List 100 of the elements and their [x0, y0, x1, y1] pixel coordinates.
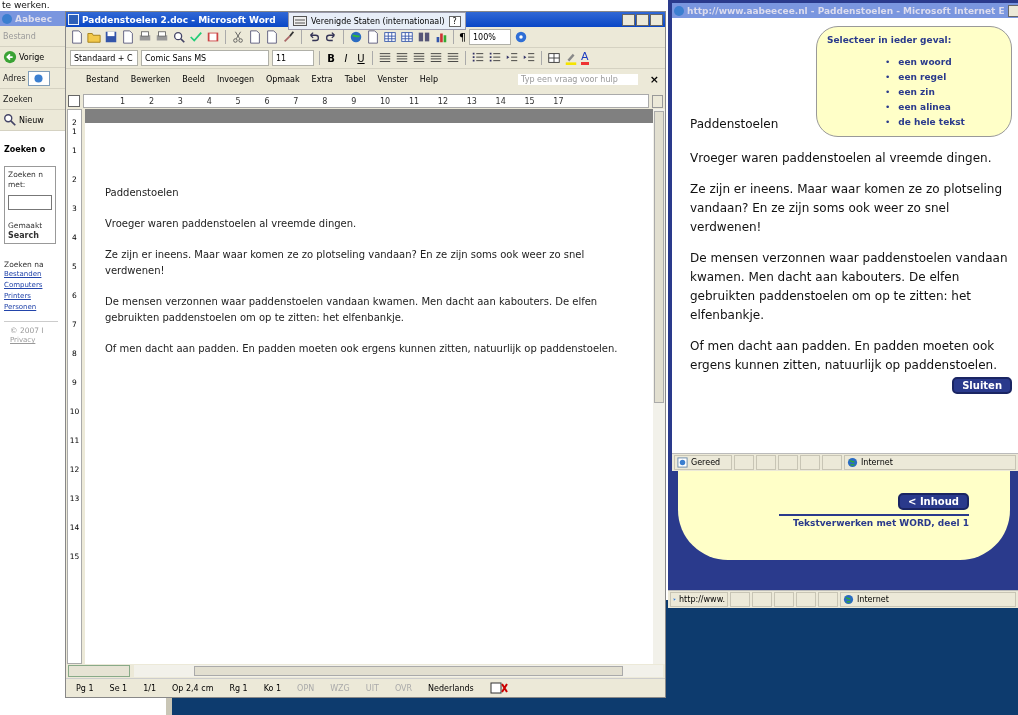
browser-logo-icon: [2, 13, 12, 24]
vertical-scrollbar[interactable]: [653, 109, 665, 664]
ruler-number: 12: [437, 96, 449, 106]
panel-title: Zoeken o: [4, 145, 46, 154]
document-icon[interactable]: [248, 30, 262, 44]
font-size-dropdown[interactable]: 11: [272, 50, 314, 66]
tip-item: een zin: [898, 86, 935, 99]
align-lines-icon[interactable]: [395, 51, 409, 65]
menu-item[interactable]: Venster: [377, 74, 408, 84]
keyboard-icon: [293, 16, 307, 26]
status-pane: [730, 592, 750, 607]
font-dropdown[interactable]: Comic Sans MS: [141, 50, 269, 66]
globe-icon: [843, 594, 854, 605]
status-field: 1/1: [143, 683, 157, 693]
ruler-number: 1: [120, 96, 127, 106]
tab-selector[interactable]: [68, 95, 80, 107]
redo-icon[interactable]: [324, 30, 338, 44]
document-paragraph: Ze zijn er ineens. Maar waar komen ze zo plotseling vandaan? En ze zijn soms ook weer zo snel verdwenen!: [105, 248, 586, 278]
magnifier-icon[interactable]: [172, 30, 186, 44]
document-heading: Paddenstoelen: [105, 186, 180, 200]
horizontal-scrollbar[interactable]: [134, 665, 663, 677]
close-button[interactable]: Sluiten: [952, 377, 1012, 394]
status-field: Se 1: [109, 683, 128, 693]
left-arrow-icon: [3, 50, 17, 64]
format-button[interactable]: B: [325, 52, 337, 64]
status-pane: [774, 592, 794, 607]
search-field[interactable]: [8, 195, 52, 210]
search-bar-label: Zoeken: [3, 94, 33, 104]
ruler-number: 6: [264, 96, 271, 106]
bullet: •: [885, 86, 891, 99]
list-icon[interactable]: [488, 51, 502, 65]
new-button[interactable]: Nieuw: [3, 113, 44, 127]
ruler-number: 8: [322, 96, 329, 106]
close-document-button[interactable]: ×: [649, 72, 659, 86]
brush-icon[interactable]: [282, 30, 296, 44]
menu-item[interactable]: Bestand: [86, 74, 119, 84]
document-paragraph: Of men dacht aan padden. En padden moeten ook ergens kunnen zitten, natuurlijk op paddenstoelen.: [105, 342, 619, 356]
globe-icon[interactable]: [349, 30, 363, 44]
style-dropdown[interactable]: Standaard + C: [70, 50, 138, 66]
menu-item[interactable]: Invoegen: [216, 74, 254, 84]
address-label: Adres: [3, 73, 26, 83]
scissors-icon[interactable]: [231, 30, 245, 44]
paragraph: De mensen verzonnen waar paddenstoelen vandaan kwamen. Men dacht aan kabouters. De elfen gebruikten paddenstoelen om op te zitten: het elfenbankje.: [690, 250, 1009, 324]
menu-item[interactable]: Opmaak: [266, 74, 300, 84]
menu-item[interactable]: Extra: [311, 74, 333, 84]
document-icon[interactable]: [121, 30, 135, 44]
menu-item[interactable]: Bewerken: [130, 74, 171, 84]
font-color-button[interactable]: A: [581, 51, 589, 65]
show-formatting-button[interactable]: ¶: [459, 30, 466, 44]
back-button[interactable]: Vorige: [3, 50, 45, 64]
search-engine-name: Search: [8, 231, 39, 240]
align-lines-icon[interactable]: [429, 51, 443, 65]
status-text: http://www.: [679, 595, 725, 604]
zoom-dropdown[interactable]: 100%: [469, 29, 511, 45]
status-field: Ko 1: [263, 683, 282, 693]
format-button[interactable]: U: [355, 52, 367, 64]
ruler-number: 4: [206, 96, 213, 106]
menu-item[interactable]: Beeld: [182, 74, 205, 84]
page-heading: Paddenstoelen: [690, 117, 779, 131]
table-icon[interactable]: [383, 30, 397, 44]
columns-icon[interactable]: [417, 30, 431, 44]
check-mark-icon[interactable]: [189, 30, 203, 44]
zone-text: Internet: [861, 458, 893, 467]
table-icon[interactable]: [400, 30, 414, 44]
status-indicator: UIT: [365, 683, 379, 693]
format-button[interactable]: I: [340, 52, 352, 64]
menu-item[interactable]: Help: [419, 74, 438, 84]
paragraph: Of men dacht aan padden. En padden moeten ook ergens kunnen zitten, natuurlijk op paddenstoelen.: [690, 338, 998, 374]
ruler-number: 5: [235, 96, 242, 106]
paragraph: Vroeger waren paddenstoelen al vreemde dingen.: [690, 150, 993, 167]
spelling-status-icon[interactable]: [489, 682, 508, 694]
document-icon[interactable]: [265, 30, 279, 44]
document-icon[interactable]: [70, 30, 84, 44]
status-pane: [752, 592, 772, 607]
printer-icon[interactable]: [138, 30, 152, 44]
address-field[interactable]: [27, 70, 50, 86]
status-pane: [796, 592, 816, 607]
align-lines-icon[interactable]: [378, 51, 392, 65]
language-selector[interactable]: Verenigde Staten (internationaal): [311, 16, 445, 26]
contents-button[interactable]: < Inhoud: [898, 492, 969, 510]
help-button[interactable]: ?: [448, 15, 461, 27]
status-indicator: WZG: [330, 683, 350, 693]
help-icon[interactable]: [514, 30, 528, 44]
language-status: Nederlands: [428, 683, 474, 693]
table-icon[interactable]: [547, 51, 561, 65]
bullet: •: [885, 71, 891, 84]
ruler-number: 3: [177, 96, 184, 106]
undo-icon[interactable]: [307, 30, 321, 44]
status-field: Rg 1: [229, 683, 248, 693]
globe-icon: [34, 73, 44, 83]
list-icon[interactable]: [471, 51, 485, 65]
window-title: Paddenstoelen 2.doc - Microsoft Word: [82, 14, 276, 25]
printer-icon[interactable]: [155, 30, 169, 44]
align-lines-icon[interactable]: [412, 51, 426, 65]
status-pane: [756, 455, 776, 470]
menu-item[interactable]: Tabel: [344, 74, 366, 84]
caption-text: te werken.: [2, 0, 50, 10]
ruler-number: 13: [466, 96, 478, 106]
align-lines-icon[interactable]: [446, 51, 460, 65]
ruler-number: 11: [408, 96, 421, 106]
